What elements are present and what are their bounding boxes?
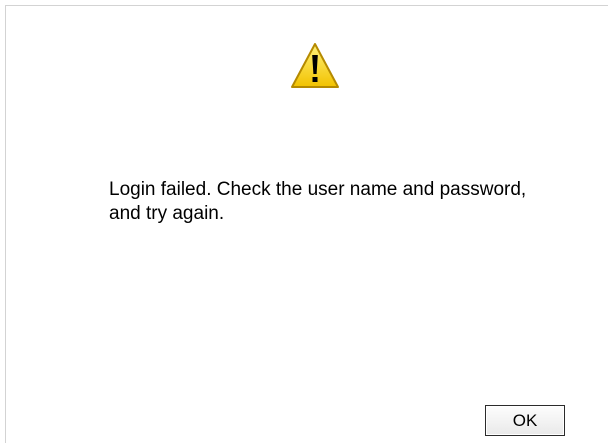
error-dialog: Login failed. Check the user name and pa… [5, 5, 608, 443]
warning-icon [289, 40, 341, 92]
error-message: Login failed. Check the user name and pa… [109, 179, 527, 224]
ok-button[interactable]: OK [485, 405, 565, 436]
